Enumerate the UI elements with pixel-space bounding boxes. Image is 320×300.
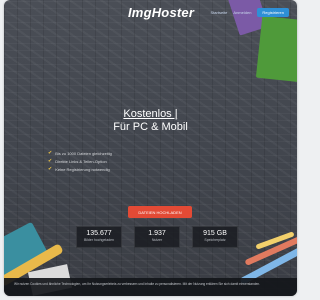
feature-item: ✔ Direkte Links & Teilen-Option — [48, 157, 112, 165]
stat-value: 135.677 — [86, 230, 112, 237]
stat-label: Speicherplatz — [204, 238, 226, 242]
decorative-green-notebook — [255, 15, 297, 83]
stat-label: Nutzer — [151, 238, 163, 242]
feature-item: ✔ Bis zu 1000 Dateien gleichzeitig — [48, 149, 112, 157]
check-icon: ✔ — [48, 157, 53, 164]
feature-item: ✔ Keine Registrierung notwendig — [48, 165, 112, 173]
stat-label: Bilder hochgeladen — [84, 238, 114, 242]
stat-value: 915 GB — [203, 230, 227, 237]
nav-home-link[interactable]: Startseite — [211, 10, 228, 15]
stat-uploads: 135.677 Bilder hochgeladen — [76, 226, 122, 248]
stat-storage: 915 GB Speicherplatz — [192, 226, 238, 248]
stat-users: 1.937 Nutzer — [134, 226, 180, 248]
feature-text: Direkte Links & Teilen-Option — [55, 158, 107, 164]
feature-list: ✔ Bis zu 1000 Dateien gleichzeitig ✔ Dir… — [48, 149, 112, 173]
hero-title: Kostenlos | — [123, 108, 178, 120]
cookie-text: Wir nutzen Cookies und ähnliche Technolo… — [14, 282, 261, 286]
check-icon: ✔ — [48, 149, 53, 156]
stat-value: 1.937 — [148, 230, 166, 237]
nav-login-link[interactable]: Anmelden — [233, 10, 251, 15]
hero-subtitle: Für PC & Mobil — [113, 121, 188, 133]
feature-text: Bis zu 1000 Dateien gleichzeitig — [55, 150, 112, 156]
nav-register-button[interactable]: Registrieren — [257, 8, 289, 17]
page: ImgHoster Startseite Anmelden Registrier… — [4, 0, 297, 296]
check-icon: ✔ — [48, 165, 53, 172]
cookie-banner: Wir nutzen Cookies und ähnliche Technolo… — [4, 278, 297, 296]
feature-text: Keine Registrierung notwendig — [55, 166, 110, 172]
site-logo[interactable]: ImgHoster — [128, 5, 194, 20]
upload-button[interactable]: DATEIEN HOCHLADEN — [128, 206, 192, 218]
top-nav: Startseite Anmelden Registrieren — [211, 8, 289, 17]
